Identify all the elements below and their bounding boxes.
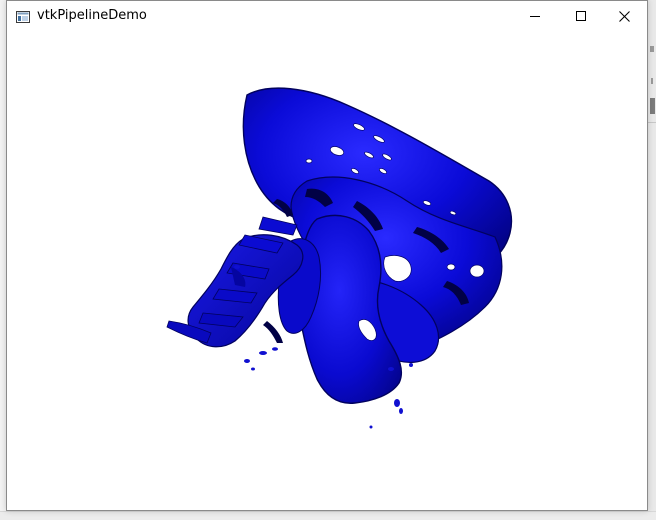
skull-isosurface-render: [166, 87, 513, 429]
minimize-button[interactable]: [512, 1, 558, 31]
minimize-icon: [530, 11, 540, 21]
app-window: vtkPipelineDemo: [6, 0, 648, 511]
skull-surface: [166, 87, 513, 429]
vtk-render-viewport[interactable]: [7, 31, 647, 510]
close-icon: [618, 10, 630, 22]
close-button[interactable]: [601, 1, 647, 31]
maximize-button[interactable]: [558, 1, 604, 31]
title-bar[interactable]: vtkPipelineDemo: [7, 1, 647, 31]
app-window-icon: [16, 10, 30, 23]
window-title: vtkPipelineDemo: [37, 8, 147, 23]
background-window-edge: [648, 0, 656, 519]
maximize-icon: [576, 11, 586, 21]
